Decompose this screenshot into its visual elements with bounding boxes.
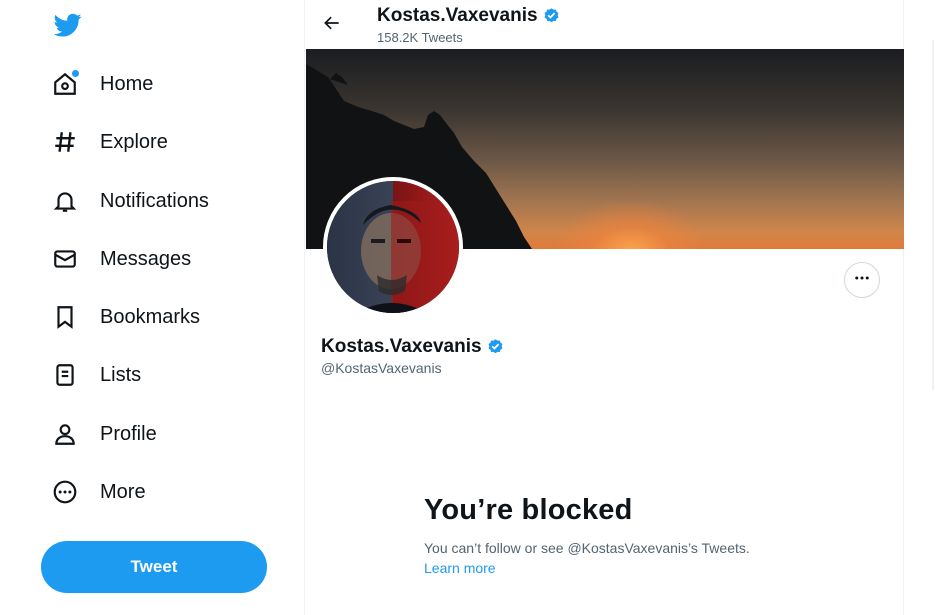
envelope-icon	[50, 244, 80, 274]
more-circle-icon	[50, 477, 80, 507]
back-arrow-icon[interactable]	[319, 10, 345, 36]
nav-explore-label: Explore	[100, 130, 168, 153]
blocked-message: You can’t follow or see @KostasVaxevanis…	[424, 540, 750, 556]
learn-more-link[interactable]: Learn more	[424, 560, 496, 576]
profile-avatar[interactable]	[323, 177, 463, 317]
nav-more-label: More	[100, 480, 146, 503]
person-icon	[50, 419, 80, 449]
nav-messages-label: Messages	[100, 247, 192, 270]
header-name: Kostas.Vaxevanis	[377, 5, 538, 26]
more-dots-icon	[853, 269, 871, 292]
nav-messages[interactable]: Messages	[50, 239, 191, 279]
nav-home-label: Home	[100, 72, 154, 95]
tweet-button[interactable]: Tweet	[41, 541, 267, 593]
verified-badge-icon	[542, 7, 561, 26]
profile-header-bar: Kostas.Vaxevanis 158.2K Tweets	[305, 0, 903, 49]
nav-bookmarks-label: Bookmarks	[100, 305, 201, 328]
profile-handle: @KostasVaxevanis	[321, 360, 442, 376]
nav-bookmarks[interactable]: Bookmarks	[50, 297, 200, 337]
nav-lists-label: Lists	[100, 363, 142, 386]
nav-lists[interactable]: Lists	[50, 355, 141, 395]
tweet-count: 158.2K Tweets	[377, 30, 463, 45]
list-icon	[50, 360, 80, 390]
home-icon	[50, 69, 80, 99]
profile-name: Kostas.Vaxevanis	[321, 336, 482, 357]
twitter-logo-icon[interactable]	[53, 11, 83, 39]
nav-notifications[interactable]: Notifications	[50, 181, 209, 221]
nav-more[interactable]: More	[50, 472, 146, 512]
profile-name-row: Kostas.Vaxevanis	[321, 336, 505, 358]
header-name-row: Kostas.Vaxevanis	[377, 5, 561, 27]
right-column-divider	[932, 40, 934, 390]
main-column: Kostas.Vaxevanis 158.2K Tweets Kostas.Va…	[304, 0, 904, 615]
nav-notifications-label: Notifications	[100, 189, 209, 212]
hashtag-icon	[50, 127, 80, 157]
nav-home[interactable]: Home	[50, 64, 153, 104]
sidebar: Home Explore Notifications Messages Book…	[0, 0, 305, 615]
profile-verified-badge-icon	[486, 338, 505, 357]
bell-icon	[50, 186, 80, 216]
notification-dot	[72, 70, 79, 77]
nav-explore[interactable]: Explore	[50, 122, 168, 162]
blocked-title: You’re blocked	[424, 494, 633, 526]
nav-profile-label: Profile	[100, 422, 157, 445]
profile-more-button[interactable]	[844, 262, 880, 298]
bookmark-icon	[50, 302, 80, 332]
nav-profile[interactable]: Profile	[50, 414, 157, 454]
